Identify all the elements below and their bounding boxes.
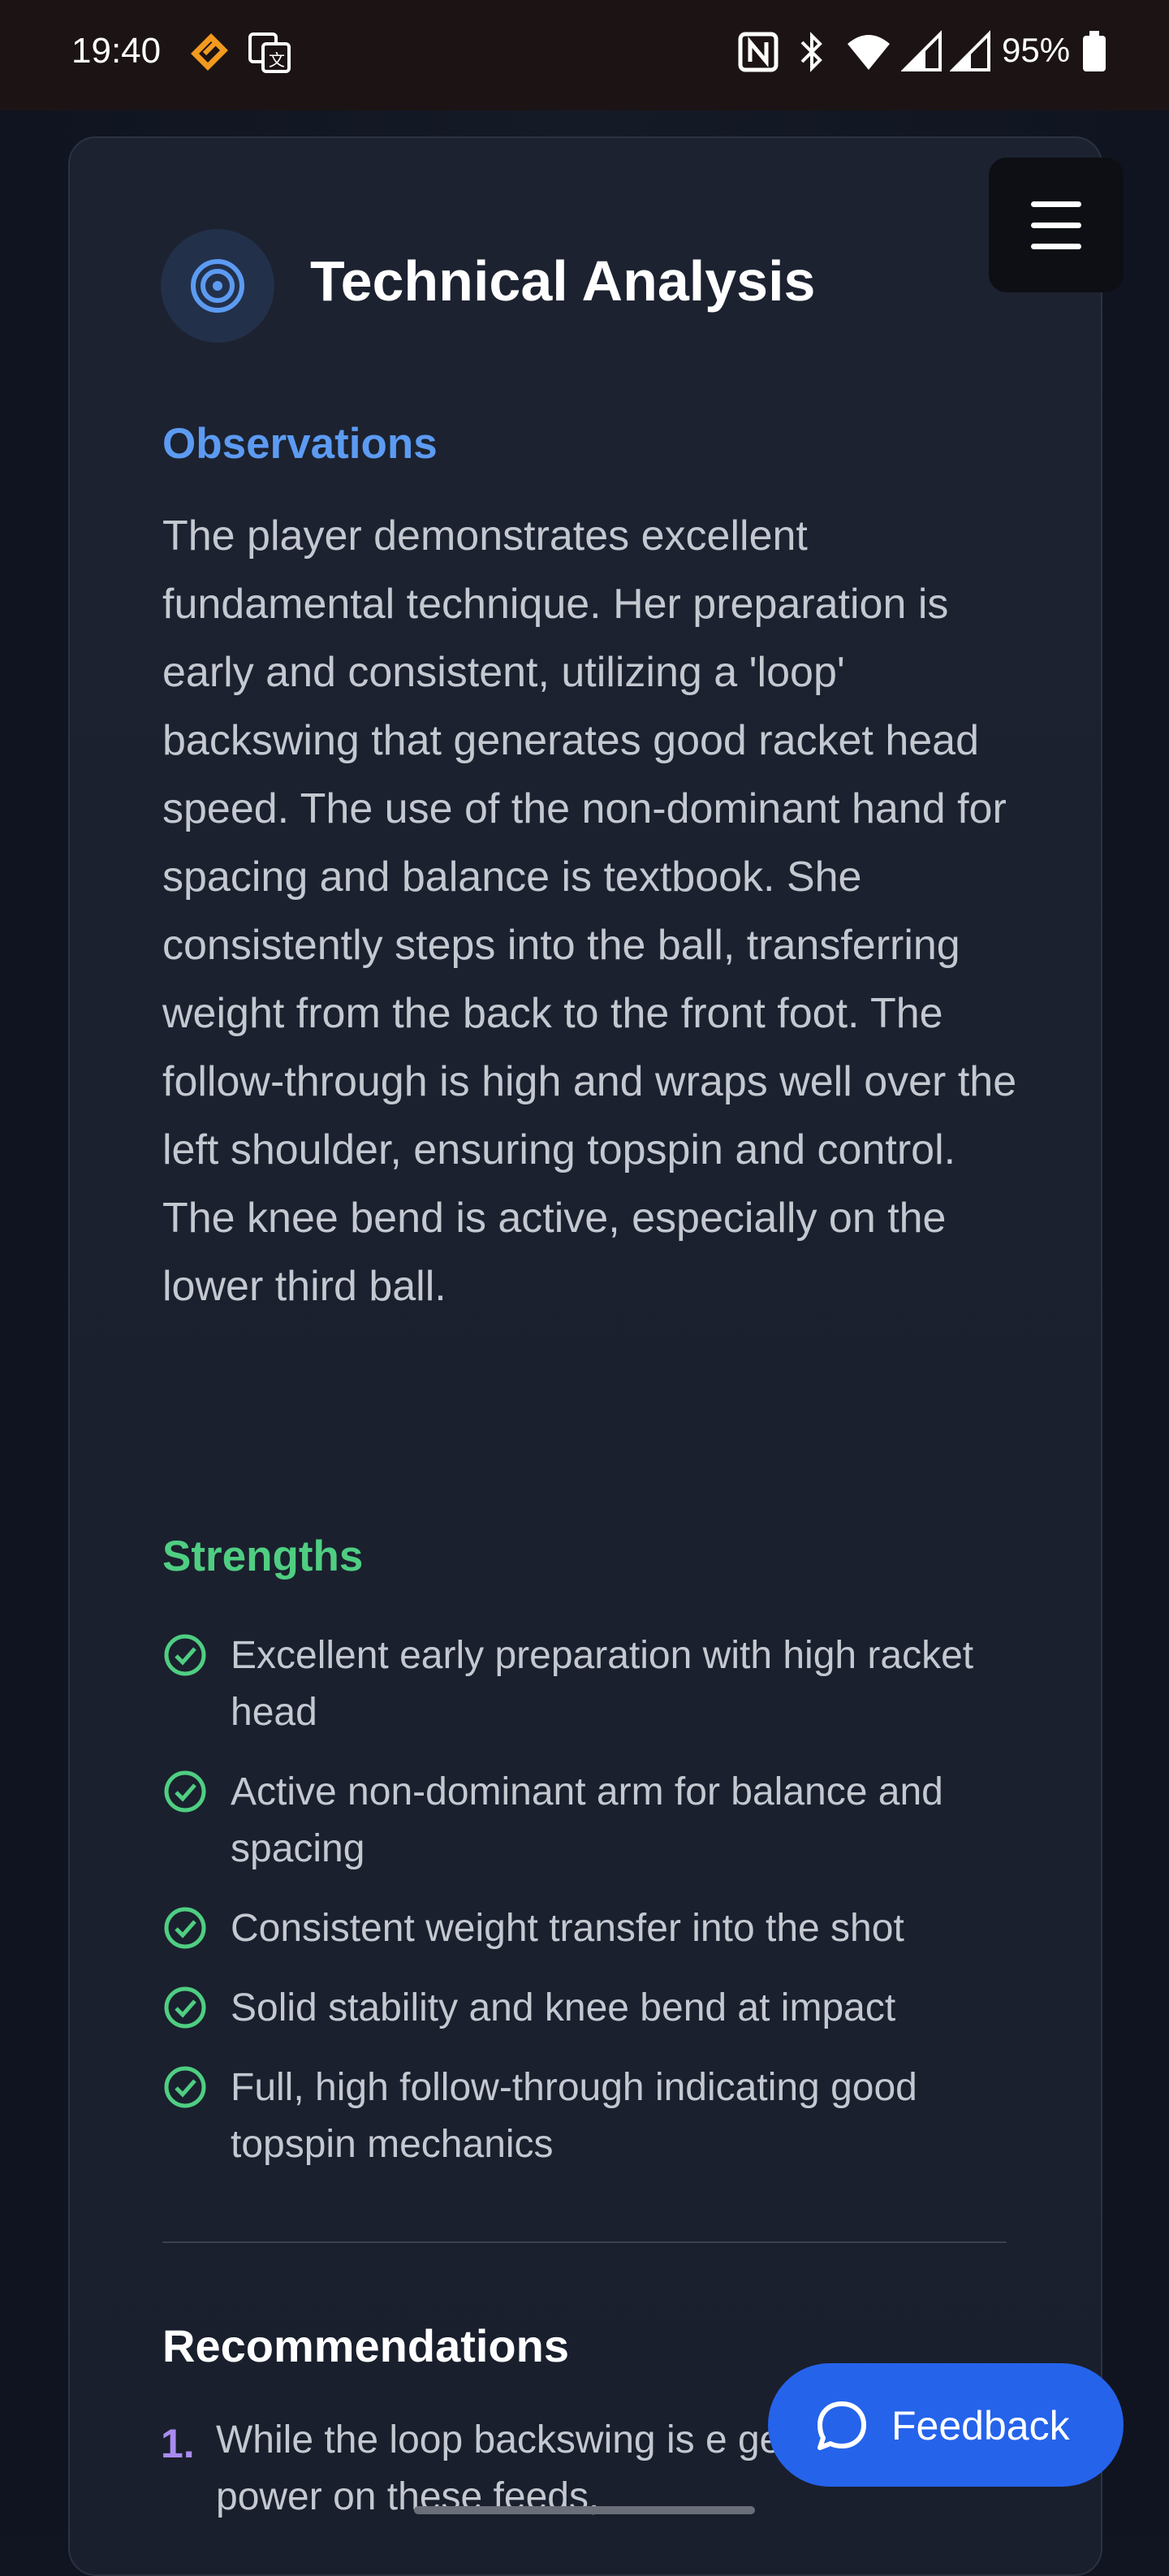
svg-text:文: 文 [269, 50, 285, 70]
strength-text: Excellent early preparation with high ra… [231, 1634, 974, 1734]
app-notification-icon [187, 29, 232, 79]
wifi-icon [844, 29, 893, 79]
check-circle-icon [164, 2066, 206, 2108]
check-circle-icon [164, 1770, 206, 1813]
menu-button[interactable] [989, 158, 1124, 292]
observations-heading: Observations [162, 420, 438, 468]
target-icon-badge [161, 229, 274, 343]
signal-icon [900, 29, 943, 79]
strength-text: Solid stability and knee bend at impact [231, 1986, 896, 2029]
target-icon [191, 259, 244, 313]
observations-text: The player demonstrates excellent fundam… [162, 512, 1017, 1310]
section-divider [162, 2241, 1007, 2243]
battery-percentage: 95% [1002, 31, 1071, 69]
feedback-button[interactable]: Feedback [768, 2363, 1124, 2487]
status-bar: 19:40 文 95% [0, 0, 1169, 110]
card-title: Technical Analysis [310, 249, 816, 313]
check-circle-icon [164, 1907, 206, 1949]
feedback-label: Feedback [891, 2403, 1070, 2448]
translate-icon: 文 [247, 29, 292, 79]
bluetooth-icon [796, 29, 828, 79]
recommendation-number: 1. [161, 2421, 195, 2466]
check-circle-icon [164, 1634, 206, 1676]
recommendations-heading: Recommendations [162, 2320, 569, 2371]
strength-text: Active non-dominant arm for balance and … [231, 1770, 943, 1870]
strength-text: Full, high follow-through indicating goo… [231, 2066, 917, 2166]
nfc-icon [737, 29, 779, 79]
home-indicator[interactable] [414, 2506, 755, 2514]
battery-icon [1080, 29, 1109, 79]
strengths-heading: Strengths [162, 1532, 364, 1580]
status-time: 19:40 [71, 31, 162, 71]
chat-bubble-icon [817, 2401, 866, 2450]
signal-icon [949, 29, 992, 79]
strength-text: Consistent weight transfer into the shot [231, 1907, 904, 1950]
check-circle-icon [164, 1986, 206, 2029]
